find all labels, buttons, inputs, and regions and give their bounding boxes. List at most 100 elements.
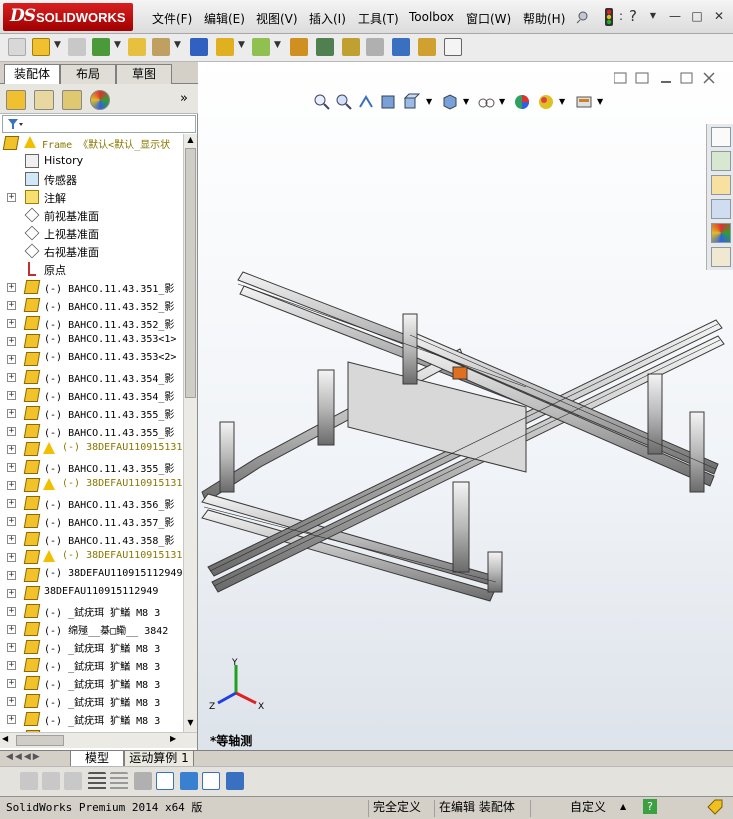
assembly-tool-icon[interactable] bbox=[92, 38, 110, 56]
tree-item[interactable]: + (-) BAHCO.11.43.352_影 bbox=[0, 314, 182, 332]
menu-insert[interactable]: 插入(I) bbox=[309, 10, 346, 27]
tree-item[interactable]: + (-) _鉽疣珥 犷鰌 M8 3 bbox=[0, 674, 182, 692]
tree-item[interactable]: + (-) BAHCO.11.43.354_影 bbox=[0, 386, 182, 404]
rebuild-icon[interactable] bbox=[190, 38, 208, 56]
pin-icon[interactable] bbox=[576, 10, 590, 24]
explode-icon[interactable] bbox=[216, 38, 234, 56]
file-explorer-icon[interactable] bbox=[711, 175, 731, 195]
grid-view-icon[interactable] bbox=[110, 772, 128, 790]
expand-toggle-icon[interactable]: + bbox=[7, 409, 16, 418]
design-library-icon[interactable] bbox=[711, 151, 731, 171]
tab-motion-study[interactable]: 运动算例 1 bbox=[124, 751, 194, 767]
expand-toggle-icon[interactable]: + bbox=[7, 679, 16, 688]
hscroll-thumb[interactable] bbox=[16, 735, 64, 746]
tree-item[interactable]: 前视基准面 bbox=[0, 206, 182, 224]
solidworks-logo[interactable]: DS SOLIDWORKS bbox=[3, 3, 133, 31]
tree-item[interactable]: + (-) 38DEFAU110915131¹ bbox=[0, 548, 182, 566]
expand-toggle-icon[interactable]: + bbox=[7, 193, 16, 202]
filter-icon[interactable] bbox=[7, 118, 23, 130]
menu-tools[interactable]: 工具(T) bbox=[358, 10, 399, 27]
expand-toggle-icon[interactable]: + bbox=[7, 463, 16, 472]
tree-item[interactable]: + (-) BAHCO.11.43.352_影 bbox=[0, 296, 182, 314]
expand-toggle-icon[interactable]: + bbox=[7, 553, 16, 562]
tree-item[interactable]: + (-) BAHCO.11.43.356_影 bbox=[0, 494, 182, 512]
tree-item[interactable]: + (-) BAHCO.11.43.357_影 bbox=[0, 512, 182, 530]
sort-icon[interactable] bbox=[134, 772, 152, 790]
tree-filter[interactable] bbox=[2, 115, 196, 133]
interference-icon[interactable] bbox=[316, 38, 334, 56]
tab-assembly[interactable]: 装配体 bbox=[4, 64, 60, 85]
fullscreen-icon[interactable] bbox=[444, 38, 462, 56]
tree-item[interactable]: + (-) _鉽疣珥 犷鰌 M8 3 bbox=[0, 656, 182, 674]
tag-icon[interactable] bbox=[706, 799, 724, 815]
mass-properties-icon[interactable] bbox=[418, 38, 436, 56]
expand-toggle-icon[interactable]: + bbox=[7, 499, 16, 508]
tree-item[interactable]: + (-) 38DEFAU110915131¹ bbox=[0, 440, 182, 458]
tree-item[interactable]: + (-) _鉽疣珥 犷鰌 M8 3 bbox=[0, 692, 182, 710]
expand-toggle-icon[interactable]: + bbox=[7, 697, 16, 706]
tree-item[interactable]: + (-) 38DEFAU110915131¹ bbox=[0, 476, 182, 494]
table-icon[interactable] bbox=[202, 772, 220, 790]
minimize-button[interactable]: — bbox=[668, 9, 682, 23]
tree-item[interactable]: + (-) BAHCO.11.43.354_影 bbox=[0, 368, 182, 386]
solidworks-resources-icon[interactable] bbox=[711, 127, 731, 147]
tree-layout-icon[interactable] bbox=[156, 772, 174, 790]
tree-item[interactable]: + (-) 绵殛__棊□鰳__ 3842 bbox=[0, 620, 182, 638]
tool-icon[interactable] bbox=[20, 772, 38, 790]
aluminum-frame-model[interactable] bbox=[198, 62, 733, 750]
units-selector[interactable]: 自定义 bbox=[566, 800, 606, 817]
tree-item[interactable]: + (-) _鉽疣珥 犷鰌 M8 3 bbox=[0, 710, 182, 728]
options-gear-icon[interactable] bbox=[290, 38, 308, 56]
expand-toggle-icon[interactable]: + bbox=[7, 301, 16, 310]
tree-item[interactable]: + (-) BAHCO.11.43.355_影 bbox=[0, 422, 182, 440]
expand-toggle-icon[interactable]: + bbox=[7, 535, 16, 544]
tree-item[interactable]: + (-) _鉽疣珥 犷鰌 M8 3 bbox=[0, 602, 182, 620]
expand-toggle-icon[interactable]: + bbox=[7, 391, 16, 400]
display-manager-tab-icon[interactable] bbox=[90, 90, 110, 110]
view-palette-icon[interactable] bbox=[711, 199, 731, 219]
expand-toggle-icon[interactable]: + bbox=[7, 355, 16, 364]
mate-icon[interactable] bbox=[152, 38, 170, 56]
dropdown-icon[interactable]: ▼ bbox=[114, 40, 121, 50]
save-icon[interactable] bbox=[226, 772, 244, 790]
expand-toggle-icon[interactable]: + bbox=[7, 427, 16, 436]
tab-model[interactable]: 模型 bbox=[70, 751, 124, 767]
tree-item[interactable]: History bbox=[0, 152, 182, 170]
tool-icon[interactable] bbox=[42, 772, 60, 790]
tab-nav-arrows-icon[interactable]: ◀◀◀▶ bbox=[6, 752, 42, 762]
scroll-down-icon[interactable]: ▼ bbox=[185, 718, 196, 730]
tree-item[interactable]: + (-) BAHCO.11.43.351_影 bbox=[0, 278, 182, 296]
list-view-icon[interactable] bbox=[88, 772, 106, 790]
expand-toggle-icon[interactable]: + bbox=[7, 643, 16, 652]
scroll-up-icon[interactable]: ▲ bbox=[185, 135, 196, 147]
tree-horizontal-scrollbar[interactable]: ◀ ▶ bbox=[0, 732, 197, 748]
expand-toggle-icon[interactable]: + bbox=[7, 445, 16, 454]
tree-item[interactable]: + 注解 bbox=[0, 188, 182, 206]
tree-item[interactable]: 上视基准面 bbox=[0, 224, 182, 242]
expand-toggle-icon[interactable]: + bbox=[7, 661, 16, 670]
expand-toggle-icon[interactable]: + bbox=[7, 625, 16, 634]
tree-item[interactable]: Frame 《默认<默认_显示状 bbox=[0, 134, 182, 152]
expand-chevron-icon[interactable]: » bbox=[180, 91, 188, 106]
new-document-icon[interactable] bbox=[8, 38, 26, 56]
tab-layout[interactable]: 布局 bbox=[60, 64, 116, 84]
tree-vertical-scrollbar[interactable]: ▲ ▼ bbox=[183, 134, 197, 732]
smart-fastener-icon[interactable] bbox=[252, 38, 270, 56]
menu-view[interactable]: 视图(V) bbox=[256, 10, 298, 27]
open-folder-icon[interactable] bbox=[32, 38, 50, 56]
menu-edit[interactable]: 编辑(E) bbox=[204, 10, 245, 27]
insert-component-icon[interactable] bbox=[128, 38, 146, 56]
expand-toggle-icon[interactable]: + bbox=[7, 373, 16, 382]
appearances-icon[interactable] bbox=[711, 223, 731, 243]
configurationmanager-tab-icon[interactable] bbox=[62, 90, 82, 110]
menu-window[interactable]: 窗口(W) bbox=[466, 10, 511, 27]
expand-toggle-icon[interactable]: + bbox=[7, 607, 16, 616]
scroll-left-icon[interactable]: ◀ bbox=[2, 734, 8, 743]
help-status-icon[interactable]: ? bbox=[643, 799, 657, 814]
menu-toolbox[interactable]: Toolbox bbox=[409, 10, 454, 24]
dropdown-icon[interactable]: ▼ bbox=[174, 40, 181, 50]
custom-properties-icon[interactable] bbox=[711, 247, 731, 267]
graphics-area[interactable]: ▼ ▼ ▼ ▼ ▼ Y X Z *等轴测 bbox=[198, 62, 733, 750]
cube-view-icon[interactable] bbox=[180, 772, 198, 790]
dropdown-icon[interactable]: ▼ bbox=[274, 40, 281, 50]
